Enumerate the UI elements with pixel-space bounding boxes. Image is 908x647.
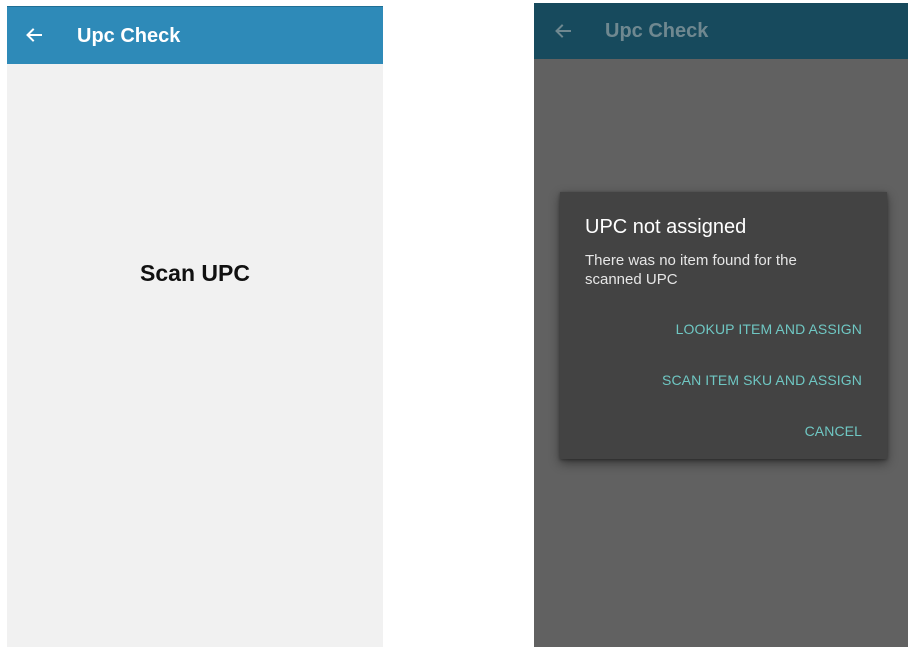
- lookup-item-and-assign-button[interactable]: LOOKUP ITEM AND ASSIGN: [676, 321, 862, 337]
- dialog-message: There was no item found for the scanned …: [585, 252, 797, 288]
- arrow-left-icon[interactable]: [21, 22, 47, 48]
- cancel-button[interactable]: CANCEL: [805, 423, 862, 439]
- upc-check-screen-with-dialog: Upc Check UPC not assigned There was no …: [534, 3, 908, 647]
- page: Upc Check Scan UPC Upc Check UPC not ass…: [0, 0, 908, 647]
- app-bar: Upc Check: [7, 6, 383, 64]
- arrow-left-icon: [550, 18, 576, 44]
- dialog-title: UPC not assigned: [585, 216, 747, 238]
- scan-upc-prompt: Scan UPC: [140, 260, 250, 286]
- app-bar-title: Upc Check: [77, 25, 181, 47]
- upc-check-screen: Upc Check Scan UPC: [7, 6, 383, 647]
- app-bar-title: Upc Check: [605, 20, 709, 42]
- scan-item-sku-and-assign-button[interactable]: SCAN ITEM SKU AND ASSIGN: [662, 372, 862, 388]
- app-bar-dimmed: Upc Check: [534, 3, 908, 59]
- upc-not-assigned-dialog: UPC not assigned There was no item found…: [560, 192, 887, 459]
